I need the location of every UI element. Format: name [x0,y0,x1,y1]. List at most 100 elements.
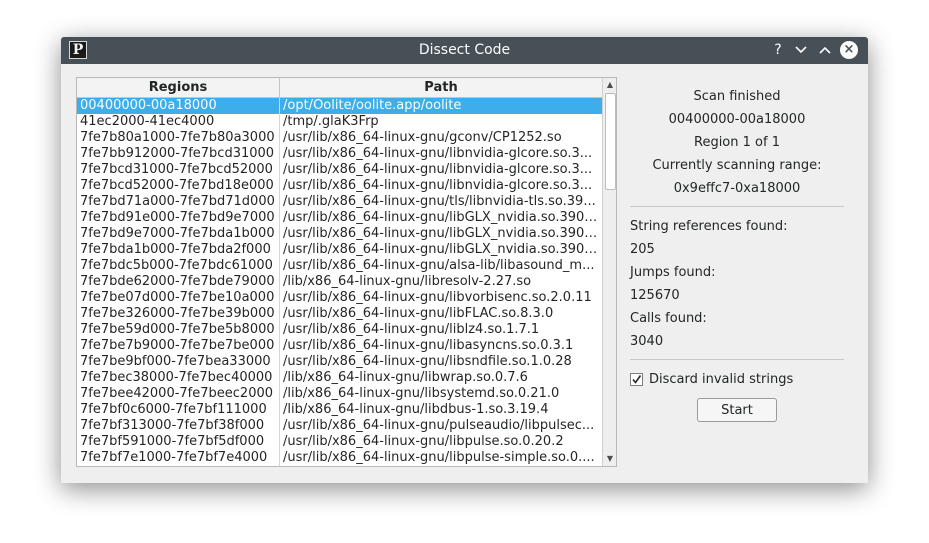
region-cell[interactable]: 7fe7bf591000-7fe7bf5df000 [77,434,280,450]
region-cell[interactable]: 7fe7be59d000-7fe7be5b8000 [77,322,280,338]
column-header-path[interactable]: Path [280,78,602,97]
path-cell[interactable]: /usr/lib/x86_64-linux-gnu/libnvidia-glco… [280,178,600,194]
table-row[interactable]: 7fe7be9bf000-7fe7bea33000/usr/lib/x86_64… [77,354,602,370]
path-cell[interactable]: /usr/lib/x86_64-linux-gnu/liblz4.so.1.7.… [280,322,600,338]
region-cell[interactable]: 7fe7bd91e000-7fe7bd9e7000 [77,210,280,226]
region-cell[interactable]: 7fe7be326000-7fe7be39b000 [77,306,280,322]
region-cell[interactable]: 7fe7b80a1000-7fe7b80a3000 [77,130,280,146]
region-cell[interactable]: 7fe7bdc5b000-7fe7bdc61000 [77,258,280,274]
table-row[interactable]: 7fe7b80a1000-7fe7b80a3000/usr/lib/x86_64… [77,130,602,146]
scroll-up-arrow-icon[interactable]: ▲ [603,78,616,92]
path-cell[interactable]: /opt/Oolite/oolite.app/oolite [280,98,600,114]
path-cell[interactable]: /usr/lib/x86_64-linux-gnu/libvorbisenc.s… [280,290,600,306]
table-row[interactable]: 41ec2000-41ec4000/tmp/.glaK3Frp [77,114,602,130]
path-cell[interactable]: /usr/lib/x86_64-linux-gnu/libGLX_nvidia.… [280,210,600,226]
path-cell[interactable]: /usr/lib/x86_64-linux-gnu/pulseaudio/lib… [280,418,600,434]
path-cell[interactable]: /usr/lib/x86_64-linux-gnu/libnvidia-glco… [280,146,600,162]
minimize-button[interactable] [792,41,810,59]
jumps-found-value: 125670 [630,288,680,303]
region-cell[interactable]: 7fe7bb912000-7fe7bcd31000 [77,146,280,162]
discard-invalid-strings-checkbox[interactable] [630,372,643,386]
table-row[interactable]: 7fe7be59d000-7fe7be5b8000/usr/lib/x86_64… [77,322,602,338]
region-cell[interactable]: 7fe7bf7e1000-7fe7bf7e4000 [77,450,280,466]
region-cell[interactable]: 7fe7bda1b000-7fe7bda2f000 [77,242,280,258]
path-cell[interactable]: /usr/lib/x86_64-linux-gnu/libnvidia-glco… [280,162,600,178]
discard-invalid-strings-label[interactable]: Discard invalid strings [649,372,793,387]
close-button[interactable]: × [840,41,858,59]
scan-state-text: Scan finished [693,89,781,104]
path-cell[interactable]: /usr/lib/x86_64-linux-gnu/libGLX_nvidia.… [280,242,600,258]
scrollbar-thumb[interactable] [605,93,616,190]
scan-panel: Scan finished 00400000-00a18000 Region 1… [630,85,844,422]
chevron-down-icon [795,46,807,54]
table-row[interactable]: 7fe7bb912000-7fe7bcd31000/usr/lib/x86_64… [77,146,602,162]
path-cell[interactable]: /lib/x86_64-linux-gnu/libdbus-1.so.3.19.… [280,402,600,418]
table-row[interactable]: 7fe7bd91e000-7fe7bd9e7000/usr/lib/x86_64… [77,210,602,226]
region-cell[interactable]: 7fe7bd9e7000-7fe7bda1b000 [77,226,280,242]
path-cell[interactable]: /usr/lib/x86_64-linux-gnu/alsa-lib/libas… [280,258,600,274]
path-cell[interactable]: /tmp/.glaK3Frp [280,114,600,130]
region-cell[interactable]: 7fe7be07d000-7fe7be10a000 [77,290,280,306]
table-row[interactable]: 7fe7bcd31000-7fe7bcd52000/usr/lib/x86_64… [77,162,602,178]
path-cell[interactable]: /usr/lib/x86_64-linux-gnu/libpulse.so.0.… [280,434,600,450]
discard-invalid-strings-option[interactable]: Discard invalid strings [630,368,844,390]
table-row[interactable]: 7fe7bda1b000-7fe7bda2f000/usr/lib/x86_64… [77,242,602,258]
region-cell[interactable]: 7fe7bd71a000-7fe7bd71d000 [77,194,280,210]
calls-found-label: Calls found: [630,311,707,326]
divider [630,359,844,360]
region-progress-text: Region 1 of 1 [694,135,780,150]
table-row[interactable]: 7fe7be07d000-7fe7be10a000/usr/lib/x86_64… [77,290,602,306]
table-row[interactable]: 7fe7bec38000-7fe7bec40000/lib/x86_64-lin… [77,370,602,386]
table-row[interactable]: 7fe7bf7e1000-7fe7bf7e4000/usr/lib/x86_64… [77,450,602,466]
table-row[interactable]: 7fe7be326000-7fe7be39b000/usr/lib/x86_64… [77,306,602,322]
help-button[interactable]: ? [769,41,787,59]
dissect-code-window: P Dissect Code ? × Regions Path 00400000… [61,37,868,483]
region-cell[interactable]: 7fe7bec38000-7fe7bec40000 [77,370,280,386]
maximize-button[interactable] [816,41,834,59]
region-cell[interactable]: 00400000-00a18000 [77,98,280,114]
path-cell[interactable]: /usr/lib/x86_64-linux-gnu/libFLAC.so.8.3… [280,306,600,322]
scroll-down-arrow-icon[interactable]: ▼ [603,452,616,466]
path-cell[interactable]: /lib/x86_64-linux-gnu/libsystemd.so.0.21… [280,386,600,402]
table-header: Regions Path [77,78,602,98]
table-row[interactable]: 7fe7be7b9000-7fe7be7be000/usr/lib/x86_64… [77,338,602,354]
region-cell[interactable]: 7fe7bee42000-7fe7beec2000 [77,386,280,402]
chevron-up-icon [819,46,831,54]
region-cell[interactable]: 7fe7bf313000-7fe7bf38f000 [77,418,280,434]
jumps-found-label: Jumps found: [630,265,716,280]
divider [630,206,844,207]
region-cell[interactable]: 7fe7bcd31000-7fe7bcd52000 [77,162,280,178]
strings-found-value: 205 [630,242,655,257]
table-row[interactable]: 7fe7bcd52000-7fe7bd18e000/usr/lib/x86_64… [77,178,602,194]
region-cell[interactable]: 7fe7bcd52000-7fe7bd18e000 [77,178,280,194]
title-bar[interactable]: P Dissect Code ? × [61,37,868,64]
region-cell[interactable]: 7fe7bde62000-7fe7bde79000 [77,274,280,290]
column-header-regions[interactable]: Regions [77,78,280,97]
table-row[interactable]: 7fe7bee42000-7fe7beec2000/lib/x86_64-lin… [77,386,602,402]
table-row[interactable]: 7fe7bde62000-7fe7bde79000/lib/x86_64-lin… [77,274,602,290]
table-row[interactable]: 7fe7bf313000-7fe7bf38f000/usr/lib/x86_64… [77,418,602,434]
table-row[interactable]: 7fe7bf0c6000-7fe7bf111000/lib/x86_64-lin… [77,402,602,418]
path-cell[interactable]: /usr/lib/x86_64-linux-gnu/gconv/CP1252.s… [280,130,600,146]
table-row[interactable]: 7fe7bd9e7000-7fe7bda1b000/usr/lib/x86_64… [77,226,602,242]
vertical-scrollbar[interactable]: ▲ ▼ [602,78,616,466]
table-body: 00400000-00a18000/opt/Oolite/oolite.app/… [77,98,602,466]
path-cell[interactable]: /usr/lib/x86_64-linux-gnu/libpulse-simpl… [280,450,600,466]
region-cell[interactable]: 7fe7be7b9000-7fe7be7be000 [77,338,280,354]
window-title: Dissect Code [418,42,511,58]
table-row[interactable]: 7fe7bd71a000-7fe7bd71d000/usr/lib/x86_64… [77,194,602,210]
table-row[interactable]: 7fe7bdc5b000-7fe7bdc61000/usr/lib/x86_64… [77,258,602,274]
start-button[interactable]: Start [697,398,777,422]
path-cell[interactable]: /usr/lib/x86_64-linux-gnu/libsndfile.so.… [280,354,600,370]
path-cell[interactable]: /usr/lib/x86_64-linux-gnu/tls/libnvidia-… [280,194,600,210]
path-cell[interactable]: /usr/lib/x86_64-linux-gnu/libasyncns.so.… [280,338,600,354]
path-cell[interactable]: /lib/x86_64-linux-gnu/libwrap.so.0.7.6 [280,370,600,386]
path-cell[interactable]: /usr/lib/x86_64-linux-gnu/libGLX_nvidia.… [280,226,600,242]
table-row[interactable]: 00400000-00a18000/opt/Oolite/oolite.app/… [77,98,602,114]
region-cell[interactable]: 41ec2000-41ec4000 [77,114,280,130]
path-cell[interactable]: /lib/x86_64-linux-gnu/libresolv-2.27.so [280,274,600,290]
table-row[interactable]: 7fe7bf591000-7fe7bf5df000/usr/lib/x86_64… [77,434,602,450]
region-cell[interactable]: 7fe7be9bf000-7fe7bea33000 [77,354,280,370]
checkmark-icon [632,374,642,384]
region-cell[interactable]: 7fe7bf0c6000-7fe7bf111000 [77,402,280,418]
